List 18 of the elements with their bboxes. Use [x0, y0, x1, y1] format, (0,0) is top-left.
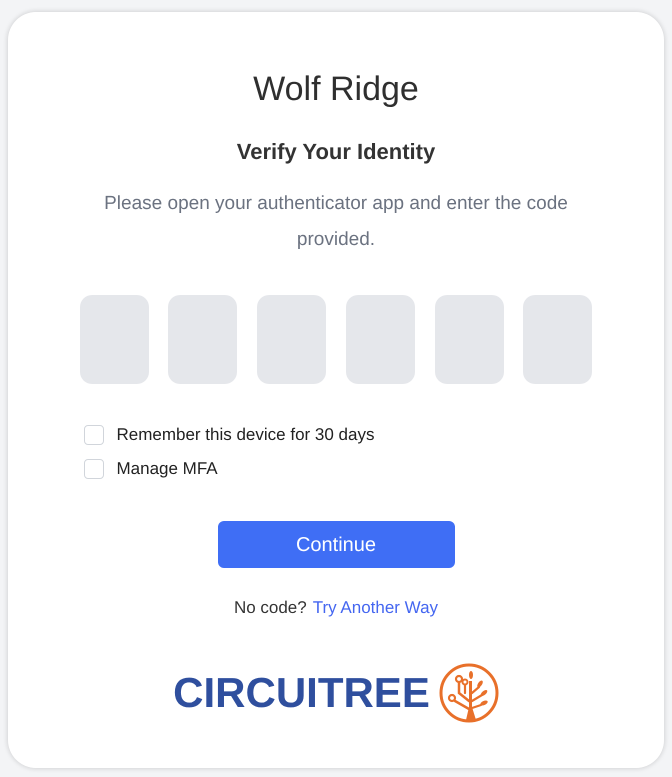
checkbox-label: Manage MFA: [116, 458, 218, 480]
circuit-tree-logo-icon: [438, 663, 499, 723]
checkbox[interactable]: [84, 459, 104, 479]
no-code-text: No code?: [234, 597, 307, 619]
code-digit-field[interactable]: [257, 295, 326, 384]
code-digit-field[interactable]: [523, 295, 592, 384]
app-title: Wolf Ridge: [253, 69, 419, 109]
continue-button[interactable]: Continue: [218, 521, 454, 568]
code-digit-field[interactable]: [434, 295, 504, 384]
code-digit-field[interactable]: [346, 295, 415, 384]
checkbox[interactable]: [84, 425, 104, 445]
logo-wordmark: CIRCUITREE: [173, 671, 430, 715]
instruction-text: Please open your authenticator app and enter the code provided.: [103, 192, 569, 252]
checkbox-label: Remember this device for 30 days: [116, 424, 374, 446]
code-digit-field[interactable]: [168, 295, 238, 384]
try-another-way-link[interactable]: Try Another Way: [312, 596, 438, 620]
code-digit-field[interactable]: [80, 295, 148, 384]
page-heading: Verify Your Identity: [236, 138, 436, 166]
